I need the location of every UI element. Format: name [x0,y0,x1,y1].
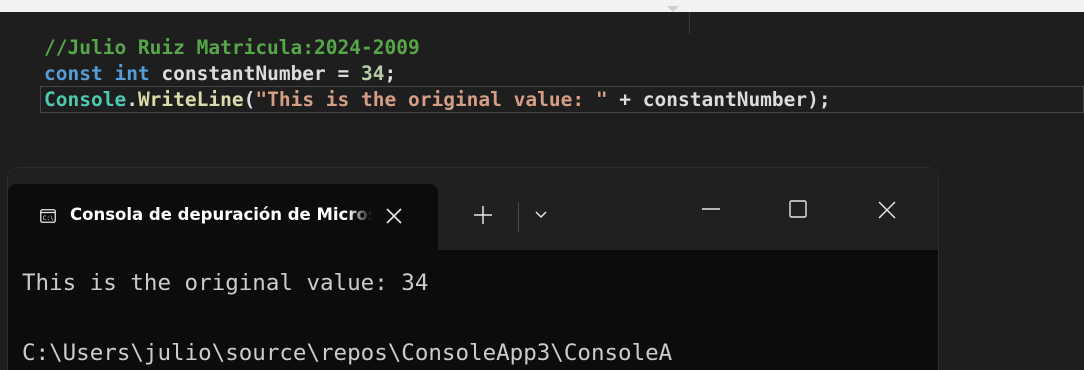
code-token-method: WriteLine [137,88,244,111]
minimize-icon[interactable] [700,198,722,220]
editor-background [938,174,1084,370]
terminal-tab[interactable]: C:\ Consola de depuración de Microsoft V… [8,184,438,250]
editor-navigation-bar [0,12,1084,34]
tab-separator [518,202,519,232]
terminal-tab-label: Consola de depuración de Microsoft Visua… [70,205,372,224]
console-app-icon: C:\ [40,209,56,223]
close-icon[interactable] [875,198,899,222]
code-token-ident: ; [384,62,397,85]
code-token-ident: . [126,88,138,111]
code-token-number: 34 [361,62,385,85]
screen: //Julio Ruiz Matricula:2024-2009 const i… [0,0,1084,370]
code-token-ident: + constantNumber); [607,88,831,111]
editor-title-bar [0,0,1084,12]
terminal-output-line: C:\Users\julio\source\repos\ConsoleApp3\… [22,340,673,366]
code-token-keyword: int [114,62,150,85]
code-token-keyword: const [44,62,103,85]
plus-icon[interactable] [472,204,494,226]
maximize-icon[interactable] [787,198,809,220]
debug-console-window: C:\ Consola de depuración de Microsoft V… [8,168,938,370]
terminal-title-bar[interactable]: C:\ Consola de depuración de Microsoft V… [8,168,938,250]
code-line-3[interactable]: Console.WriteLine("This is the original … [44,87,831,113]
code-token-string: "This is the original value: " [255,88,608,111]
code-token-ident: constantNumber = [149,62,362,85]
close-icon[interactable] [382,204,406,228]
navigation-divider [689,12,690,34]
chevron-down-icon[interactable] [533,206,549,222]
code-token-class: Console [44,88,127,111]
code-token-ident: ( [243,88,256,111]
code-token-comment: //Julio Ruiz Matricula:2024-2009 [44,36,420,59]
svg-text:C:\: C:\ [43,215,54,222]
code-editor[interactable]: //Julio Ruiz Matricula:2024-2009 const i… [0,34,1084,174]
code-line-2[interactable]: const int constantNumber = 34; [44,61,396,87]
code-token-ident [103,62,115,85]
terminal-output-line: This is the original value: 34 [22,270,429,296]
code-line-1[interactable]: //Julio Ruiz Matricula:2024-2009 [44,35,420,61]
